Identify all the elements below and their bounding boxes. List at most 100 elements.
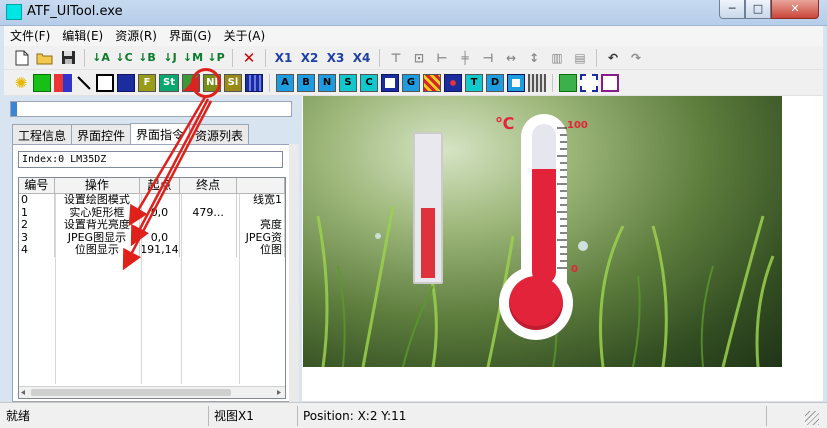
temp-unit: ℃	[495, 114, 515, 133]
line-tool-icon[interactable]	[75, 74, 93, 92]
move-a-icon[interactable]: ↓ A	[91, 48, 111, 68]
instruction-table: 编号 操作 起点 终点 0 设置绘图模式 线宽1 1 实心矩形框 0,0 479…	[18, 177, 286, 399]
delete-icon[interactable]: ✕	[239, 48, 259, 68]
string-label-icon[interactable]: Sl	[224, 73, 242, 92]
table-row[interactable]: 4 位图显示 191,14 位图	[19, 244, 285, 257]
tab-project-info[interactable]: 工程信息	[12, 124, 73, 144]
font-tool-icon[interactable]: F	[138, 73, 156, 92]
align-center-icon[interactable]: ╪	[455, 48, 475, 68]
column-divider	[55, 194, 56, 384]
redo-icon[interactable]: ↷	[626, 48, 646, 68]
same-width-icon[interactable]: ↔	[501, 48, 521, 68]
move-b-icon[interactable]: ↓ B	[137, 48, 157, 68]
menu-file[interactable]: 文件(F)	[4, 26, 56, 46]
tab-panel: Index:0 LM35DZ 编号 操作 起点 终点 0 设置绘图模式 线宽1 …	[12, 144, 296, 402]
resize-grip-icon[interactable]	[805, 411, 819, 425]
control-g-icon[interactable]: G	[402, 73, 420, 92]
tab-controls[interactable]: 界面控件	[71, 124, 132, 144]
panel-vscrollbar[interactable]	[289, 144, 299, 402]
control-b-icon[interactable]: B	[297, 73, 315, 92]
toolbar-separator	[552, 73, 553, 92]
move-c-icon[interactable]: ↓ C	[114, 48, 134, 68]
app-icon	[6, 4, 22, 20]
zoom-x3-button[interactable]: X3	[324, 48, 347, 68]
zoom-x2-button[interactable]: X2	[298, 48, 321, 68]
table-body: 0 设置绘图模式 线宽1 1 实心矩形框 0,0 479... 2 设置背光亮度…	[19, 194, 285, 257]
grid-tool-icon[interactable]	[245, 73, 263, 92]
cell: 0	[19, 194, 55, 207]
distribute-v-icon[interactable]: ▤	[570, 48, 590, 68]
palette-icon[interactable]	[54, 73, 72, 92]
col-end[interactable]: 终点	[180, 178, 238, 193]
toolbar-separator	[232, 48, 233, 67]
resize-frame-icon[interactable]	[601, 73, 619, 92]
cell: 亮度	[237, 219, 285, 232]
filled-rectangle-icon[interactable]	[117, 73, 135, 92]
control-n-icon[interactable]: N	[318, 73, 336, 92]
menu-edit[interactable]: 编辑(E)	[56, 26, 109, 46]
cell	[180, 244, 238, 257]
table-row[interactable]: 2 设置背光亮度 亮度	[19, 219, 285, 232]
zoom-x4-button[interactable]: X4	[350, 48, 373, 68]
new-file-icon[interactable]	[12, 48, 32, 68]
fill-color-icon[interactable]	[33, 73, 51, 92]
table-row[interactable]: 3 JPEG图显示 0,0 JPEG资	[19, 231, 285, 245]
close-button[interactable]: ✕	[771, 0, 819, 19]
control-t-icon[interactable]: T	[465, 73, 483, 92]
table-row[interactable]: 1 实心矩形框 0,0 479...	[19, 206, 285, 220]
same-height-icon[interactable]: ↕	[524, 48, 544, 68]
col-number[interactable]: 编号	[19, 178, 55, 193]
control-box-icon[interactable]	[381, 73, 399, 92]
control-dots-icon[interactable]	[528, 73, 546, 92]
menu-interface[interactable]: 界面(G)	[163, 26, 218, 46]
tab-instructions[interactable]: 界面指令	[130, 123, 191, 144]
cell	[180, 194, 238, 207]
burst-icon[interactable]: ✺	[12, 74, 30, 92]
drawing-toolbar: ✺ F St Nl Sl A B N S C G T D	[4, 70, 823, 96]
align-left-icon[interactable]: ⊢	[432, 48, 452, 68]
move-m-icon[interactable]: ↓ M	[183, 48, 203, 68]
align-top-icon[interactable]: ⊤	[386, 48, 406, 68]
control-s-icon[interactable]: S	[339, 73, 357, 92]
status-divider	[766, 406, 767, 426]
zoom-x1-button[interactable]: X1	[272, 48, 295, 68]
image-insert-icon[interactable]	[559, 73, 577, 92]
save-icon[interactable]	[58, 48, 78, 68]
maximize-button[interactable]: □	[745, 0, 771, 19]
menu-resource[interactable]: 资源(R)	[109, 26, 163, 46]
control-window-icon[interactable]	[507, 73, 525, 92]
control-d-icon[interactable]: D	[486, 73, 504, 92]
align-middle-icon[interactable]: ⊡	[409, 48, 429, 68]
distribute-h-icon[interactable]: ▥	[547, 48, 567, 68]
scale-min-label: 0	[571, 264, 578, 275]
control-c-icon[interactable]: C	[360, 73, 378, 92]
col-operation[interactable]: 操作	[55, 178, 141, 193]
align-right-icon[interactable]: ⊣	[478, 48, 498, 68]
tab-resources[interactable]: 资源列表	[189, 124, 250, 144]
status-bar: 就绪 视图X1 Position: X:2 Y:11	[0, 402, 827, 428]
select-frame-icon[interactable]	[580, 73, 598, 92]
control-grid-icon[interactable]	[423, 73, 441, 92]
move-j-icon[interactable]: ↓ J	[160, 48, 180, 68]
index-field[interactable]: Index:0 LM35DZ	[18, 151, 283, 168]
undo-icon[interactable]: ↶	[603, 48, 623, 68]
open-folder-icon[interactable]	[35, 48, 55, 68]
rectangle-tool-icon[interactable]	[96, 73, 114, 92]
cell: 设置绘图模式	[55, 194, 141, 207]
table-hscrollbar[interactable]	[19, 386, 285, 398]
control-scatter-icon[interactable]	[444, 73, 462, 92]
static-text-icon[interactable]: St	[159, 73, 179, 92]
toolbar-separator	[265, 48, 266, 67]
table-row[interactable]: 0 设置绘图模式 线宽1	[19, 194, 285, 207]
col-start[interactable]: 起点	[140, 178, 180, 193]
move-p-icon[interactable]: ↓ P	[206, 48, 226, 68]
menu-about[interactable]: 关于(A)	[218, 26, 272, 46]
canvas-background-image: ℃ 100 0	[303, 96, 782, 367]
col-params[interactable]	[237, 178, 285, 193]
minimize-button[interactable]: ─	[719, 0, 745, 19]
cell: JPEG图显示	[55, 231, 141, 245]
cell: 位图	[237, 244, 285, 257]
thermometer-scale	[557, 127, 567, 269]
cell: 2	[19, 219, 55, 232]
control-a-icon[interactable]: A	[276, 73, 294, 92]
